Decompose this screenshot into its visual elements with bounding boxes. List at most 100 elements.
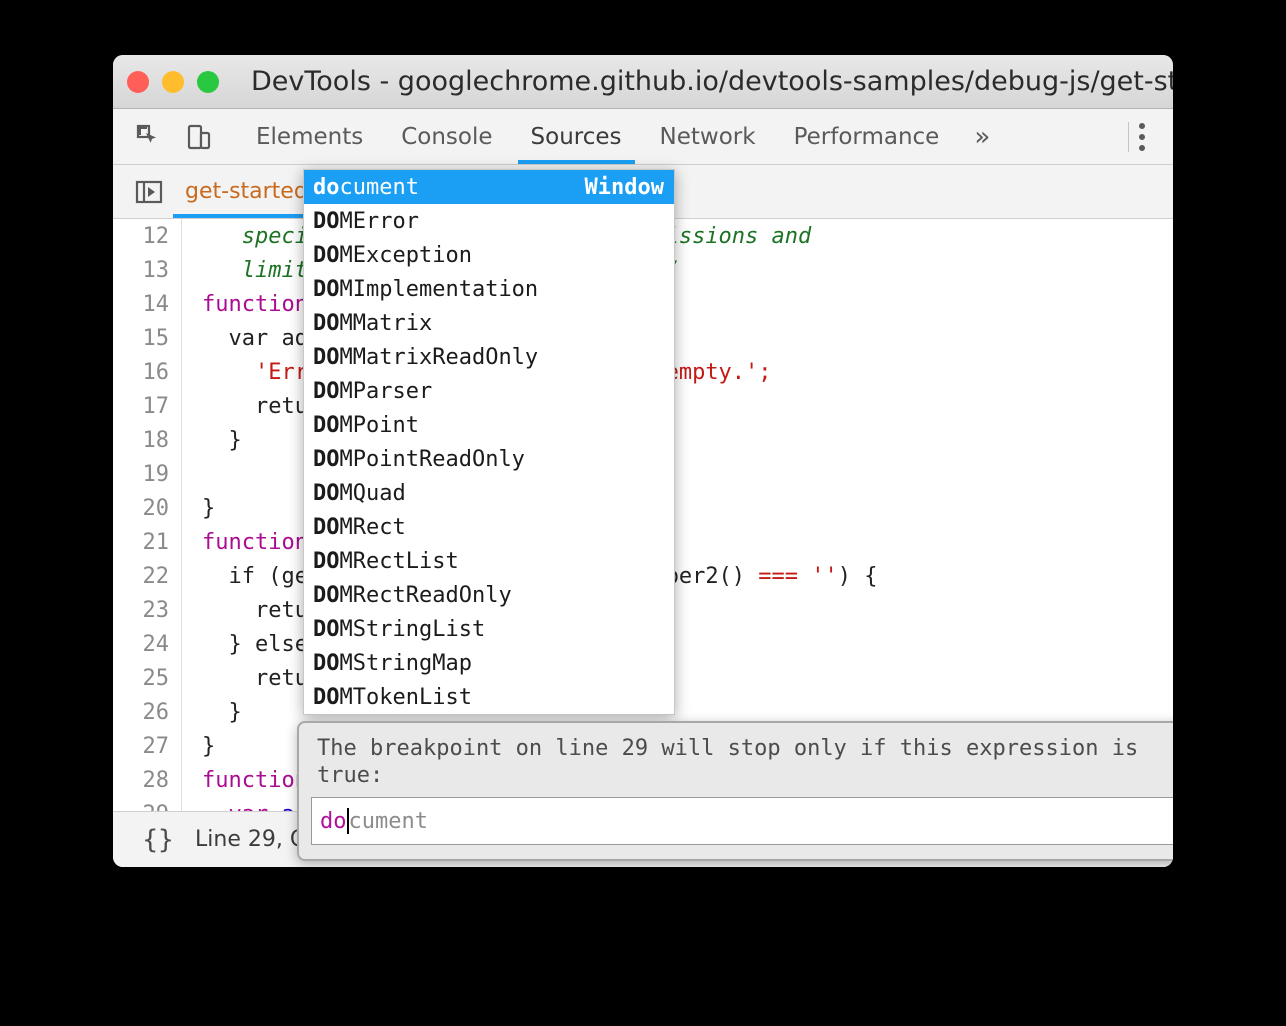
autocomplete-item-rest: MPointReadOnly <box>340 447 525 472</box>
inspect-element-icon[interactable] <box>129 117 169 157</box>
autocomplete-item-rest: MError <box>340 209 419 234</box>
autocomplete-item-rest: MRectList <box>340 549 459 574</box>
autocomplete-item[interactable]: DOMQuad <box>304 476 674 510</box>
devtools-window: DevTools - googlechrome.github.io/devtoo… <box>113 55 1173 867</box>
autocomplete-item-rest: MStringMap <box>340 651 472 676</box>
autocomplete-match-prefix: DO <box>313 209 340 234</box>
pretty-print-button[interactable]: {} <box>135 825 181 855</box>
tab-label: Network <box>660 124 756 150</box>
line-number[interactable]: 17 <box>113 394 181 419</box>
autocomplete-item[interactable]: DOMImplementation <box>304 272 674 306</box>
autocomplete-item-label: DOMPointReadOnly <box>313 447 525 472</box>
autocomplete-item-type: Window <box>585 175 664 200</box>
device-toolbar-icon[interactable] <box>179 117 219 157</box>
line-number[interactable]: 21 <box>113 530 181 555</box>
conditional-breakpoint-input[interactable]: document <box>311 797 1173 845</box>
autocomplete-item-rest: MException <box>340 243 472 268</box>
autocomplete-item-label: DOMError <box>313 209 419 234</box>
tab-label: Performance <box>794 124 940 150</box>
line-number[interactable]: 15 <box>113 326 181 351</box>
autocomplete-item-label: DOMStringList <box>313 617 485 642</box>
autocomplete-item[interactable]: DOMError <box>304 204 674 238</box>
autocomplete-match-prefix: DO <box>313 277 340 302</box>
autocomplete-item[interactable]: DOMStringMap <box>304 646 674 680</box>
code-token: var <box>202 802 281 812</box>
tab-label: Elements <box>256 124 363 150</box>
autocomplete-item-label: DOMRect <box>313 515 406 540</box>
autocomplete-item-label: DOMParser <box>313 379 432 404</box>
code-token: '' <box>811 564 838 589</box>
code-token: === <box>758 564 811 589</box>
autocomplete-match-prefix: DO <box>313 481 340 506</box>
line-number[interactable]: 13 <box>113 258 181 283</box>
autocomplete-match-prefix: DO <box>313 617 340 642</box>
line-number[interactable]: 27 <box>113 734 181 759</box>
line-number[interactable]: 12 <box>113 224 181 249</box>
tab-label: Sources <box>531 124 622 150</box>
autocomplete-item[interactable]: DOMTokenList <box>304 680 674 714</box>
tab-elements[interactable]: Elements <box>237 109 382 164</box>
code-line-text: } <box>182 700 242 725</box>
code-token: } <box>202 734 215 759</box>
autocomplete-item-label: document <box>313 175 419 200</box>
autocomplete-item-label: DOMQuad <box>313 481 406 506</box>
autocomplete-item-rest: MMatrix <box>340 311 433 336</box>
autocomplete-ghost-text: cument <box>349 809 428 834</box>
code-token: } <box>202 496 215 521</box>
autocomplete-item[interactable]: DOMRectList <box>304 544 674 578</box>
line-number[interactable]: 16 <box>113 360 181 385</box>
autocomplete-item-label: DOMRectList <box>313 549 459 574</box>
line-number[interactable]: 29 <box>113 802 181 812</box>
autocomplete-item-rest: MStringList <box>340 617 486 642</box>
line-number[interactable]: 18 <box>113 428 181 453</box>
autocomplete-item[interactable]: DOMParser <box>304 374 674 408</box>
autocomplete-item-rest: cument <box>340 175 419 200</box>
tab-sources[interactable]: Sources <box>512 109 641 164</box>
autocomplete-item[interactable]: DOMPoint <box>304 408 674 442</box>
autocomplete-item[interactable]: document Window <box>304 170 674 204</box>
tab-console[interactable]: Console <box>382 109 511 164</box>
line-number[interactable]: 22 <box>113 564 181 589</box>
line-number[interactable]: 26 <box>113 700 181 725</box>
autocomplete-match-prefix: do <box>313 175 340 200</box>
tab-network[interactable]: Network <box>641 109 775 164</box>
line-number[interactable]: 28 <box>113 768 181 793</box>
autocomplete-item[interactable]: DOMException <box>304 238 674 272</box>
autocomplete-item-rest: MImplementation <box>340 277 539 302</box>
autocomplete-item[interactable]: DOMMatrix <box>304 306 674 340</box>
more-tabs-button[interactable]: » <box>958 109 1006 164</box>
autocomplete-item[interactable]: DOMMatrixReadOnly <box>304 340 674 374</box>
code-line-text: } <box>182 734 215 759</box>
line-number[interactable]: 23 <box>113 598 181 623</box>
line-number[interactable]: 14 <box>113 292 181 317</box>
chevron-double-right-icon: » <box>974 122 990 152</box>
code-token: } <box>202 428 242 453</box>
line-number[interactable]: 25 <box>113 666 181 691</box>
autocomplete-item[interactable]: DOMPointReadOnly <box>304 442 674 476</box>
devtools-tabbar: Elements Console Sources Network Perform… <box>113 109 1173 165</box>
three-dot-menu-icon[interactable] <box>1139 123 1145 151</box>
show-navigator-icon[interactable] <box>129 172 169 212</box>
toolbar-divider <box>1128 122 1129 152</box>
autocomplete-item[interactable]: DOMRectReadOnly <box>304 578 674 612</box>
autocomplete-match-prefix: DO <box>313 583 340 608</box>
code-token: ) { <box>838 564 878 589</box>
autocomplete-match-prefix: DO <box>313 311 340 336</box>
autocomplete-item-label: DOMImplementation <box>313 277 538 302</box>
tab-label: Console <box>401 124 492 150</box>
line-number[interactable]: 19 <box>113 462 181 487</box>
gutter-divider <box>181 457 182 491</box>
autocomplete-item[interactable]: DOMRect <box>304 510 674 544</box>
autocomplete-item-rest: MRectReadOnly <box>340 583 512 608</box>
autocomplete-item-rest: MQuad <box>340 481 406 506</box>
autocomplete-item-rest: MParser <box>340 379 433 404</box>
autocomplete-item-label: DOMStringMap <box>313 651 472 676</box>
autocomplete-dropdown[interactable]: documentWindowDOMErrorDOMExceptionDOMImp… <box>303 169 675 715</box>
autocomplete-match-prefix: DO <box>313 413 340 438</box>
line-number[interactable]: 20 <box>113 496 181 521</box>
autocomplete-item-label: DOMException <box>313 243 472 268</box>
line-number[interactable]: 24 <box>113 632 181 657</box>
autocomplete-item[interactable]: DOMStringList <box>304 612 674 646</box>
tab-performance[interactable]: Performance <box>775 109 959 164</box>
autocomplete-match-prefix: DO <box>313 447 340 472</box>
